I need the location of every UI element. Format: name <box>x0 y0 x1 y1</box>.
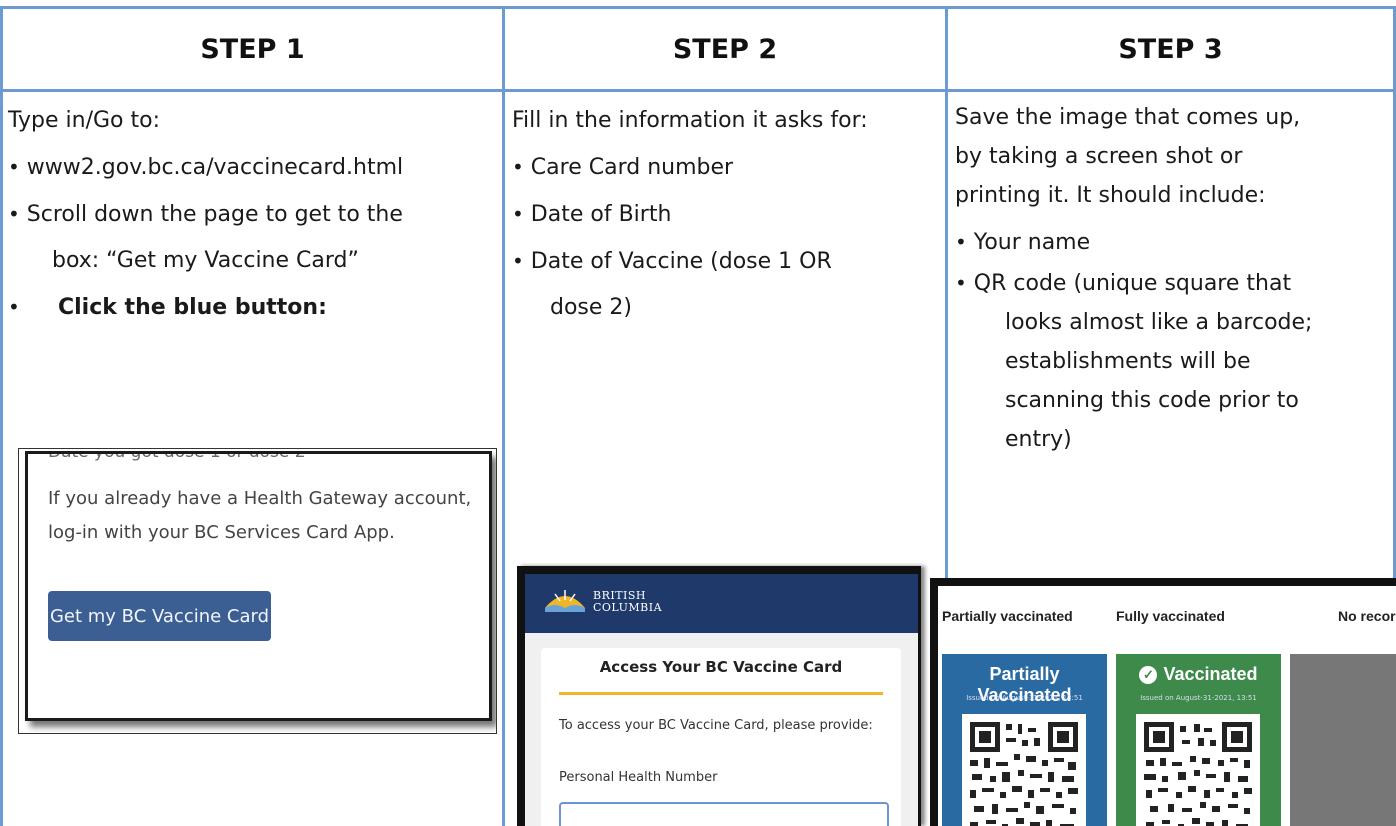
step-1-intro: Type in/Go to: <box>8 108 160 133</box>
step-2-vaccine-line-2: dose 2) <box>550 295 632 320</box>
step-3-name-text: Your name <box>973 230 1091 255</box>
vaccine-cards-frame: Partially vaccinated Fully vaccinated No… <box>938 586 1396 826</box>
step-1-click-text: Click the blue button: <box>58 295 327 320</box>
step-2-intro: Fill in the information it asks for: <box>512 108 868 133</box>
partial-card-issued: Issued on August-31-2021, 13:51 <box>966 694 1083 702</box>
cut-off-text: Date you got dose 1 or dose 2 <box>48 451 306 462</box>
no-record-card <box>1290 654 1396 826</box>
table-left-border <box>0 6 3 826</box>
step-1-scroll-line-2: box: “Get my Vaccine Card” <box>52 248 359 273</box>
partial-vaccine-card: Partially Vaccinated Issued on August-31… <box>942 654 1107 826</box>
table-column-divider-1 <box>502 6 505 826</box>
step-3-line-3: printing it. It should include: <box>955 183 1266 208</box>
step-1-scroll-item: • Scroll down the page to get to the box… <box>5 191 500 284</box>
get-my-bc-vaccine-card-button: Get my BC Vaccine Card <box>48 591 271 641</box>
step-3-qr-line-3: establishments will be <box>1005 349 1251 374</box>
step-3-name-item: • Your name <box>955 230 1091 255</box>
access-card-title: Access Your BC Vaccine Card <box>599 658 843 676</box>
step-1-url-item: • www2.gov.bc.ca/vaccinecard.html <box>8 155 404 180</box>
step-3-line-2: by taking a screen shot or <box>955 144 1243 169</box>
step-2-vaccine-line-1: Date of Vaccine (dose 1 OR <box>530 249 832 274</box>
step-3-qr-line-1: QR code (unique square that <box>973 271 1292 296</box>
step-3-qr-line-4: scanning this code prior to <box>1005 388 1299 413</box>
full-card-title-text: Vaccinated <box>1163 664 1258 684</box>
bc-header-bar: BRITISH COLUMBIA <box>525 574 918 633</box>
partial-qr-code-icon <box>962 714 1086 826</box>
bc-sun-logo-icon <box>545 590 585 612</box>
partially-vaccinated-label: Partially vaccinated <box>942 608 1073 624</box>
bc-wordmark-line-2: COLUMBIA <box>593 601 663 614</box>
step-3-line-1: Save the image that comes up, <box>955 105 1301 130</box>
step-3-qr-line-5: entry) <box>1005 427 1072 452</box>
access-card-prompt: To access your BC Vaccine Card, please p… <box>559 718 873 733</box>
step-3-header: STEP 3 <box>1118 33 1223 65</box>
step-1-click-item: • Click the blue button: <box>8 295 327 320</box>
get-card-screenshot-frame: Date you got dose 1 or dose 2 If you alr… <box>25 451 492 721</box>
vaccine-card-url: www2.gov.bc.ca/vaccinecard.html <box>26 155 404 180</box>
bc-wordmark: BRITISH COLUMBIA <box>593 590 662 614</box>
health-gateway-note: If you already have a Health Gateway acc… <box>48 482 478 550</box>
health-gateway-line-2: log-in with your BC Services Card App. <box>48 522 395 543</box>
phn-label: Personal Health Number <box>559 770 718 785</box>
health-gateway-line-1: If you already have a Health Gateway acc… <box>48 488 472 509</box>
step-2-care-item: • Care Card number <box>512 155 734 180</box>
access-card-form: Access Your BC Vaccine Card To access yo… <box>541 648 901 826</box>
step-3-qr-item: • QR code (unique square that looks almo… <box>953 264 1393 459</box>
phn-input <box>559 802 889 826</box>
step-1-header: STEP 1 <box>200 33 305 65</box>
step-2-header: STEP 2 <box>672 33 778 65</box>
get-card-screenshot: Date you got dose 1 or dose 2 If you alr… <box>18 448 497 734</box>
gold-divider <box>559 692 883 695</box>
full-card-issued: Issued on August-31-2021, 13:51 <box>1140 694 1257 702</box>
fully-vaccinated-label: Fully vaccinated <box>1116 608 1225 624</box>
full-card-title: ✓ Vaccinated <box>1116 664 1281 685</box>
step-2-dob-text: Date of Birth <box>530 202 672 227</box>
step-2-care-text: Care Card number <box>530 155 734 180</box>
full-qr-code-icon <box>1136 714 1260 826</box>
step-2-dob-item: • Date of Birth <box>512 202 672 227</box>
step-2-vaccine-item: • Date of Vaccine (dose 1 OR dose 2) <box>510 238 942 331</box>
access-card-screenshot-frame: BRITISH COLUMBIA Access Your BC Vaccine … <box>525 574 918 826</box>
vaccine-cards-screenshot: Partially vaccinated Fully vaccinated No… <box>930 578 1396 826</box>
checkmark-icon: ✓ <box>1139 666 1158 684</box>
step-3-qr-line-2: looks almost like a barcode; <box>1005 310 1313 335</box>
full-vaccine-card: ✓ Vaccinated Issued on August-31-2021, 13… <box>1116 654 1281 826</box>
access-card-screenshot: BRITISH COLUMBIA Access Your BC Vaccine … <box>517 566 921 826</box>
step-1-scroll-line-1: Scroll down the page to get to the <box>26 202 403 227</box>
no-record-label: No recor <box>1338 608 1396 624</box>
